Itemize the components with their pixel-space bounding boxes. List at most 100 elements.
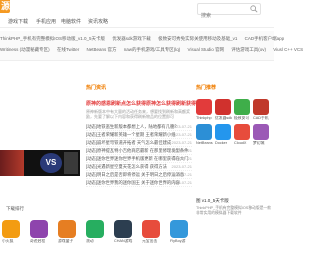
quick-link[interactable]: naw的手机游戏/工具专区(lq) (124, 47, 181, 52)
news-item-date: 2023-07-21 (171, 156, 192, 161)
app-icon[interactable] (253, 124, 269, 140)
nav-item-news[interactable]: 资讯攻略 (88, 18, 108, 25)
app-name[interactable]: Docker (215, 141, 232, 145)
app-icon[interactable] (142, 220, 160, 238)
bottom-app-grid: 小火狐 奇迹启程 游戏盒子 流动 CHAN游戏 元宝出击 FiyBoy游 (0, 220, 192, 244)
app-icon[interactable] (2, 220, 20, 238)
hot-app-item[interactable]: Thinkphp (196, 99, 213, 121)
quick-link[interactable]: 优发器sdk游戏下载 (112, 36, 151, 41)
news-item-title[interactable]: [动态]光遇新星空夏天花怎么获得 获得方法 (86, 164, 167, 169)
news-item[interactable]: [动态]崩坏星穹铁道开拓者 天气怎么最佳建成 2023-07-21 (86, 139, 192, 147)
app-name[interactable]: 极致安可 (234, 116, 251, 121)
app-icon[interactable] (86, 220, 104, 238)
bottom-app-item[interactable]: 小火狐 (0, 220, 26, 244)
app-name[interactable]: NetBeans (196, 141, 213, 145)
app-name[interactable]: CHAN游戏 (114, 239, 138, 244)
hot-app-item[interactable]: Docker (215, 124, 232, 146)
main-nav: 游戏下载 手机应用 电脑软件 资讯攻略 (0, 16, 274, 28)
quick-link[interactable]: NetBeans 官方 (86, 47, 116, 52)
nav-item-apps[interactable]: 手机应用 (36, 18, 56, 25)
link-row-2: Writiness (动漫秘藏专区) 在线Twitter NetBeans 官方… (0, 47, 309, 53)
app-icon[interactable] (170, 220, 188, 238)
quick-link[interactable]: 评估游戏工具(ov) (231, 47, 266, 52)
app-icon[interactable] (234, 99, 250, 115)
app-icon[interactable] (253, 99, 269, 115)
bottom-app-item[interactable]: 游戏盒子 (56, 220, 82, 244)
app-icon[interactable] (30, 220, 48, 238)
quick-link[interactable]: Visual Studio 官网 (188, 47, 224, 52)
app-icon[interactable] (196, 99, 212, 115)
app-name[interactable]: 流动 (86, 239, 110, 244)
featured-title[interactable]: 图 v1.0_5天卡版 (196, 198, 274, 204)
hot-app-item[interactable]: 优发器sdk (215, 99, 232, 121)
bottom-app-item[interactable]: 元宝出击 (140, 220, 166, 244)
app-name[interactable]: Thinkphp (196, 116, 213, 120)
app-name[interactable]: CloudX (234, 141, 251, 145)
news-item-title[interactable]: [动态]王者荣耀新英雄一个星期 王者荣耀新小组 (86, 132, 176, 137)
featured-desc: ThinkPHP_手机有完整模拟IOS移动版是一款非常实用的模拟器下载软件 (196, 206, 272, 215)
hot-app-item[interactable]: NetBeans (196, 124, 213, 146)
news-item-title[interactable]: [动态]地铁逃生新版本都想上人，陆地都有几艘？ (86, 124, 179, 129)
news-item-title[interactable]: [动态]崩坏星穹铁道开拓者 天气怎么最佳建成 (86, 140, 171, 145)
nav-item-software[interactable]: 电脑软件 (61, 18, 81, 25)
bottom-app-item[interactable]: 奇迹启程 (28, 220, 54, 244)
news-lead-title[interactable]: 原神的感恩刷新点怎么获得原神怎么获得刷新获得刷新 (86, 100, 206, 107)
news-item[interactable]: [动态]王者荣耀新英雄一个星期 王者荣耀新小组 2023-07-21 (86, 131, 192, 139)
hot-app-item[interactable]: CloudX (234, 124, 251, 146)
nav-item-games[interactable]: 游戏下载 (8, 18, 28, 25)
news-item[interactable]: [动态]明日之后是否即将停运 关于明日之后停运消息 2023-07-21 (86, 171, 192, 179)
quick-link[interactable]: ThinkPHP_手机有完整模拟IOS移动版_v1.0_5天卡版 (0, 36, 105, 41)
news-item[interactable]: [动态]光遇新星空夏天花怎么获得 获得方法 2023-07-21 (86, 163, 192, 171)
bottom-app-item[interactable]: 流动 (84, 220, 110, 244)
app-name[interactable]: 游戏盒子 (58, 239, 82, 244)
app-name[interactable]: 梦幻城 (253, 141, 270, 146)
app-icon[interactable] (196, 124, 212, 140)
banner-art (0, 150, 24, 176)
app-name[interactable]: 元宝出击 (142, 239, 166, 244)
featured-download[interactable]: 图 v1.0_5天卡版 ThinkPHP_手机有完整模拟IOS移动版是一款非常实… (196, 198, 274, 216)
bottom-app-item[interactable]: FiyBoy游 (168, 220, 194, 244)
link-row-1: ThinkPHP_手机有完整模拟IOS移动版_v1.0_5天卡版 优发器sdk游… (0, 36, 290, 42)
banner-art-side (64, 152, 78, 174)
hot-app-item[interactable]: 极致安可 (234, 99, 251, 121)
bottom-app-row: 小火狐 奇迹启程 游戏盒子 流动 CHAN游戏 元宝出击 FiyBoy游 (0, 220, 192, 250)
news-item[interactable]: [动态]地铁逃生新版本都想上人，陆地都有几艘？ 2023-07-21 (86, 123, 192, 131)
site-logo[interactable]: 源 (0, 0, 10, 13)
banner-vs-logo: VS (40, 153, 62, 173)
news-item-date: 2023-07-21 (171, 164, 192, 169)
search-box[interactable] (197, 3, 261, 21)
hot-panel: 热门推荐 Thinkphp 优发器sdk 极致安可 CAD手机 NetBeans Dock… (196, 84, 274, 204)
news-item[interactable]: [动态]迷你世界我的迷你国王 关于迷你世界的内容 2023-07-21 (86, 179, 192, 187)
app-icon[interactable] (114, 220, 132, 238)
promo-banner[interactable]: VS (0, 150, 80, 176)
app-name[interactable]: CAD手机 (253, 116, 270, 121)
quick-link[interactable]: Writiness (动漫秘藏专区) (0, 47, 50, 52)
app-icon[interactable] (215, 99, 231, 115)
news-item-title[interactable]: [动态]迷你世界我的迷你国王 关于迷你世界的内容 (86, 180, 180, 185)
quick-link[interactable]: Viusl C++ VCS (273, 47, 303, 52)
app-icon[interactable] (215, 124, 231, 140)
app-name[interactable]: 小火狐 (2, 239, 26, 244)
app-icon[interactable] (234, 124, 250, 140)
news-item-date: 2023-07-21 (171, 140, 192, 145)
bottom-section-title: 下载排行 (6, 206, 24, 211)
news-item-title[interactable]: [动态]明日之后是否即将停运 关于明日之后停运消息 (86, 172, 184, 177)
news-item[interactable]: [动态]迷你世界迷你世界手机版更新 在哪里获得在大门 2023-07-21 (86, 155, 192, 163)
quick-link[interactable]: CAD手机客户端app (245, 36, 285, 41)
quick-link[interactable]: 极致安可秀免实际关使用移动及基础_v1 (158, 36, 237, 41)
app-name[interactable]: FiyBoy游 (170, 239, 194, 244)
quick-link[interactable]: 在线Twitter (57, 47, 79, 52)
hot-app-item[interactable]: 梦幻城 (253, 124, 270, 146)
app-name[interactable]: 奇迹启程 (30, 239, 54, 244)
hot-app-grid: Thinkphp 优发器sdk 极致安可 CAD手机 NetBeans Docker Clo… (196, 99, 274, 146)
bottom-app-item[interactable]: CHAN游戏 (112, 220, 138, 244)
news-item-date: 2023-07-21 (171, 124, 192, 129)
app-icon[interactable] (58, 220, 76, 238)
news-item-date: 2023-07-21 (171, 172, 192, 177)
news-lead[interactable]: 原神的感恩刷新点怎么获得原神怎么获得刷新获得刷新 原神新版本中有大量的活动任务来… (86, 100, 206, 119)
news-item[interactable]: [动态]原神提瓦特小吉他商店最新 在那里修理发型条件 2023-07-21 (86, 147, 192, 155)
search-icon[interactable] (250, 5, 258, 13)
app-name[interactable]: 优发器sdk (215, 116, 232, 121)
quick-links: ThinkPHP_手机有完整模拟IOS移动版_v1.0_5天卡版 优发器sdk游… (0, 31, 303, 61)
hot-app-item[interactable]: CAD手机 (253, 99, 270, 121)
